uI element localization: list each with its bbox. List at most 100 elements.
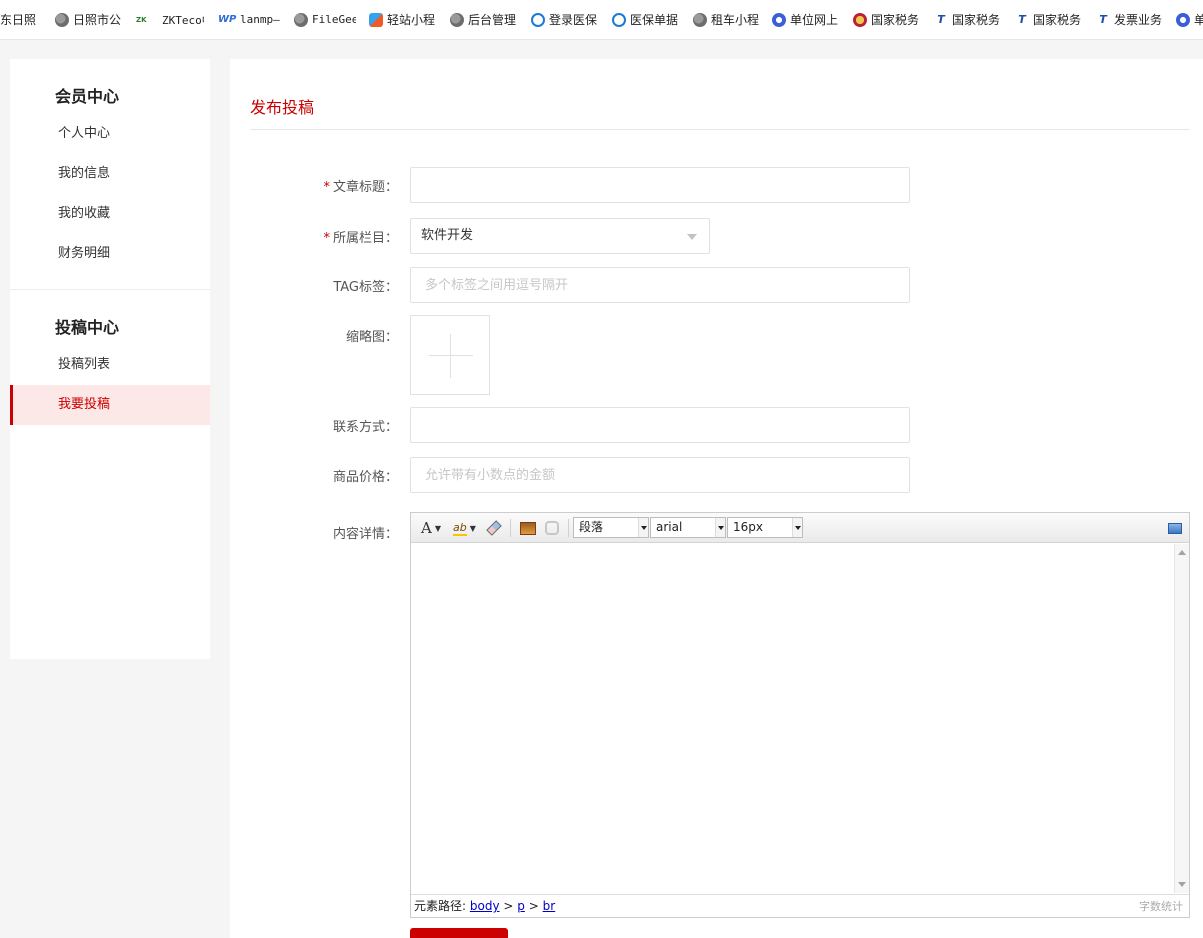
sidebar-item-submit-contribution[interactable]: 我要投稿 xyxy=(10,385,210,425)
bookmark-label: ZKTeco中 xyxy=(162,13,204,27)
tag-label: TAG标签： xyxy=(333,280,398,295)
bookmark-item[interactable]: 国家税务 xyxy=(853,0,923,39)
required-mark: * xyxy=(323,231,330,246)
bookmark-item[interactable]: FileGee xyxy=(294,0,356,39)
paragraph-select[interactable]: 段落 xyxy=(573,517,649,538)
category-label-text: 所属栏目： xyxy=(332,231,398,246)
bookmark-item[interactable]: WP lanmp— xyxy=(218,0,282,39)
world-icon xyxy=(1176,12,1190,27)
bookmark-label: 轻站小程 xyxy=(387,13,436,27)
chevron-down-icon: ▼ xyxy=(434,523,441,533)
article-title-input[interactable] xyxy=(410,167,910,203)
insert-link-button[interactable] xyxy=(545,518,559,538)
tax-emblem-icon xyxy=(853,12,867,27)
element-path-label: 元素路径: xyxy=(414,899,467,913)
fullscreen-icon xyxy=(1168,522,1182,534)
sidebar-item-contribution-list[interactable]: 投稿列表 xyxy=(10,345,210,385)
bookmark-item[interactable]: 轻站小程 xyxy=(369,0,438,39)
globe-icon xyxy=(294,12,308,27)
world-icon xyxy=(772,12,786,27)
bookmark-item[interactable]: 山东日照 xyxy=(0,0,40,39)
bookmark-label: 单位网上 xyxy=(790,13,839,27)
bookmark-item[interactable]: 日照市公 xyxy=(55,0,122,39)
category-label: * 所属栏目： xyxy=(258,227,398,246)
clear-format-button[interactable] xyxy=(486,518,502,538)
category-selected-value: 软件开发 xyxy=(421,228,474,243)
editor-scrollbar[interactable] xyxy=(1174,544,1189,893)
bookmark-label: 日照市公 xyxy=(73,13,122,27)
chevron-down-icon xyxy=(792,518,802,537)
contact-label: 联系方式： xyxy=(332,420,398,435)
required-mark: * xyxy=(323,180,330,195)
bookmark-item[interactable]: 登录医保 xyxy=(531,0,601,39)
title-divider xyxy=(250,129,1190,130)
category-select[interactable]: 软件开发 xyxy=(410,218,710,254)
tax-logo-icon: T xyxy=(937,12,945,26)
bookmark-item[interactable]: 租车小程 xyxy=(693,0,760,39)
zkteco-icon: ZK xyxy=(136,15,147,24)
thumbnail-upload[interactable] xyxy=(410,315,490,395)
bookmark-label: 租车小程 xyxy=(711,13,760,27)
chevron-down-icon: ▼ xyxy=(469,523,476,533)
chevron-down-icon xyxy=(715,518,725,537)
bookmark-label: 医保单据 xyxy=(630,13,679,27)
sidebar-item-my-info[interactable]: 我的信息 xyxy=(10,154,210,194)
page-title: 发布投稿 xyxy=(250,98,315,117)
bookmark-item[interactable]: ZK ZKTeco中 xyxy=(136,0,204,39)
sidebar-item-finance-details[interactable]: 财务明细 xyxy=(10,234,210,274)
plus-icon xyxy=(429,355,473,356)
thumbnail-label: 缩略图： xyxy=(345,330,398,345)
tax-logo-icon: T xyxy=(1099,12,1107,26)
fullscreen-button[interactable] xyxy=(1168,518,1182,538)
sidebar: 会员中心 个人中心 我的信息 我的收藏 财务明细 投稿中心 投稿列表 我要投稿 xyxy=(10,59,210,659)
insert-image-button[interactable] xyxy=(520,518,536,538)
element-path-p-link[interactable]: p xyxy=(517,899,525,913)
bookmark-label: 国家税务 xyxy=(1033,13,1082,27)
bookmarks-bar: 山东日照 日照市公 ZK ZKTeco中 WP lanmp— FileGee 轻… xyxy=(0,0,1203,40)
article-title-label-text: 文章标题： xyxy=(332,180,398,195)
scroll-down-icon[interactable] xyxy=(1178,882,1186,887)
bookmark-item[interactable]: T 发票业务 xyxy=(1096,0,1166,39)
eraser-icon xyxy=(486,520,502,536)
content-label: 内容详情： xyxy=(332,527,398,542)
font-family-select-value: arial xyxy=(656,520,683,534)
bookmark-label: 国家税务 xyxy=(871,13,920,27)
element-path-separator: > xyxy=(528,899,539,913)
bookmark-item[interactable]: 医保单据 xyxy=(612,0,681,39)
bookmark-item[interactable]: 单位网上 xyxy=(772,0,842,39)
qingzhan-icon xyxy=(369,12,383,27)
font-color-button[interactable]: A ▼ xyxy=(421,518,441,538)
bookmark-label: 发票业务 xyxy=(1114,13,1163,27)
element-path-br-link[interactable]: br xyxy=(543,899,556,913)
submit-button[interactable] xyxy=(410,928,508,938)
bookmark-item[interactable]: 后台管理 xyxy=(450,0,519,39)
main-panel: 发布投稿 *文章标题： *所属栏目： 软件开发 TAG标签： 缩略图： 联系方式… xyxy=(230,59,1203,938)
element-path-body-link[interactable]: body xyxy=(470,899,500,913)
contact-input[interactable] xyxy=(410,407,910,443)
chevron-down-icon xyxy=(638,518,648,537)
medical-insurance-icon xyxy=(612,12,626,27)
bookmark-item[interactable]: 单 xyxy=(1176,0,1203,39)
globe-icon xyxy=(450,12,464,27)
word-count-label: 字数统计 xyxy=(1139,900,1183,913)
tag-input[interactable] xyxy=(410,267,910,303)
element-path-separator: > xyxy=(503,899,514,913)
font-family-select[interactable]: arial xyxy=(650,517,726,538)
scroll-up-icon[interactable] xyxy=(1178,550,1186,555)
price-label: 商品价格： xyxy=(332,470,398,485)
editor-statusbar: 元素路径: body > p > br 字数统计 xyxy=(411,894,1189,917)
highlight-button[interactable]: ab ▼ xyxy=(453,518,476,538)
bookmark-item[interactable]: T 国家税务 xyxy=(934,0,1004,39)
globe-icon xyxy=(55,12,69,27)
tax-logo-icon: T xyxy=(1018,12,1026,26)
sidebar-item-my-favorites[interactable]: 我的收藏 xyxy=(10,194,210,234)
font-size-select[interactable]: 16px xyxy=(727,517,803,538)
editor-content-area[interactable] xyxy=(411,544,1174,893)
sidebar-item-personal-center[interactable]: 个人中心 xyxy=(10,114,210,154)
toolbar-separator xyxy=(510,519,511,537)
price-input[interactable] xyxy=(410,457,910,493)
bookmark-label: 后台管理 xyxy=(468,13,517,27)
bookmark-label: lanmp— xyxy=(240,13,280,26)
wordpress-icon: WP xyxy=(218,13,237,25)
bookmark-item[interactable]: T 国家税务 xyxy=(1015,0,1085,39)
